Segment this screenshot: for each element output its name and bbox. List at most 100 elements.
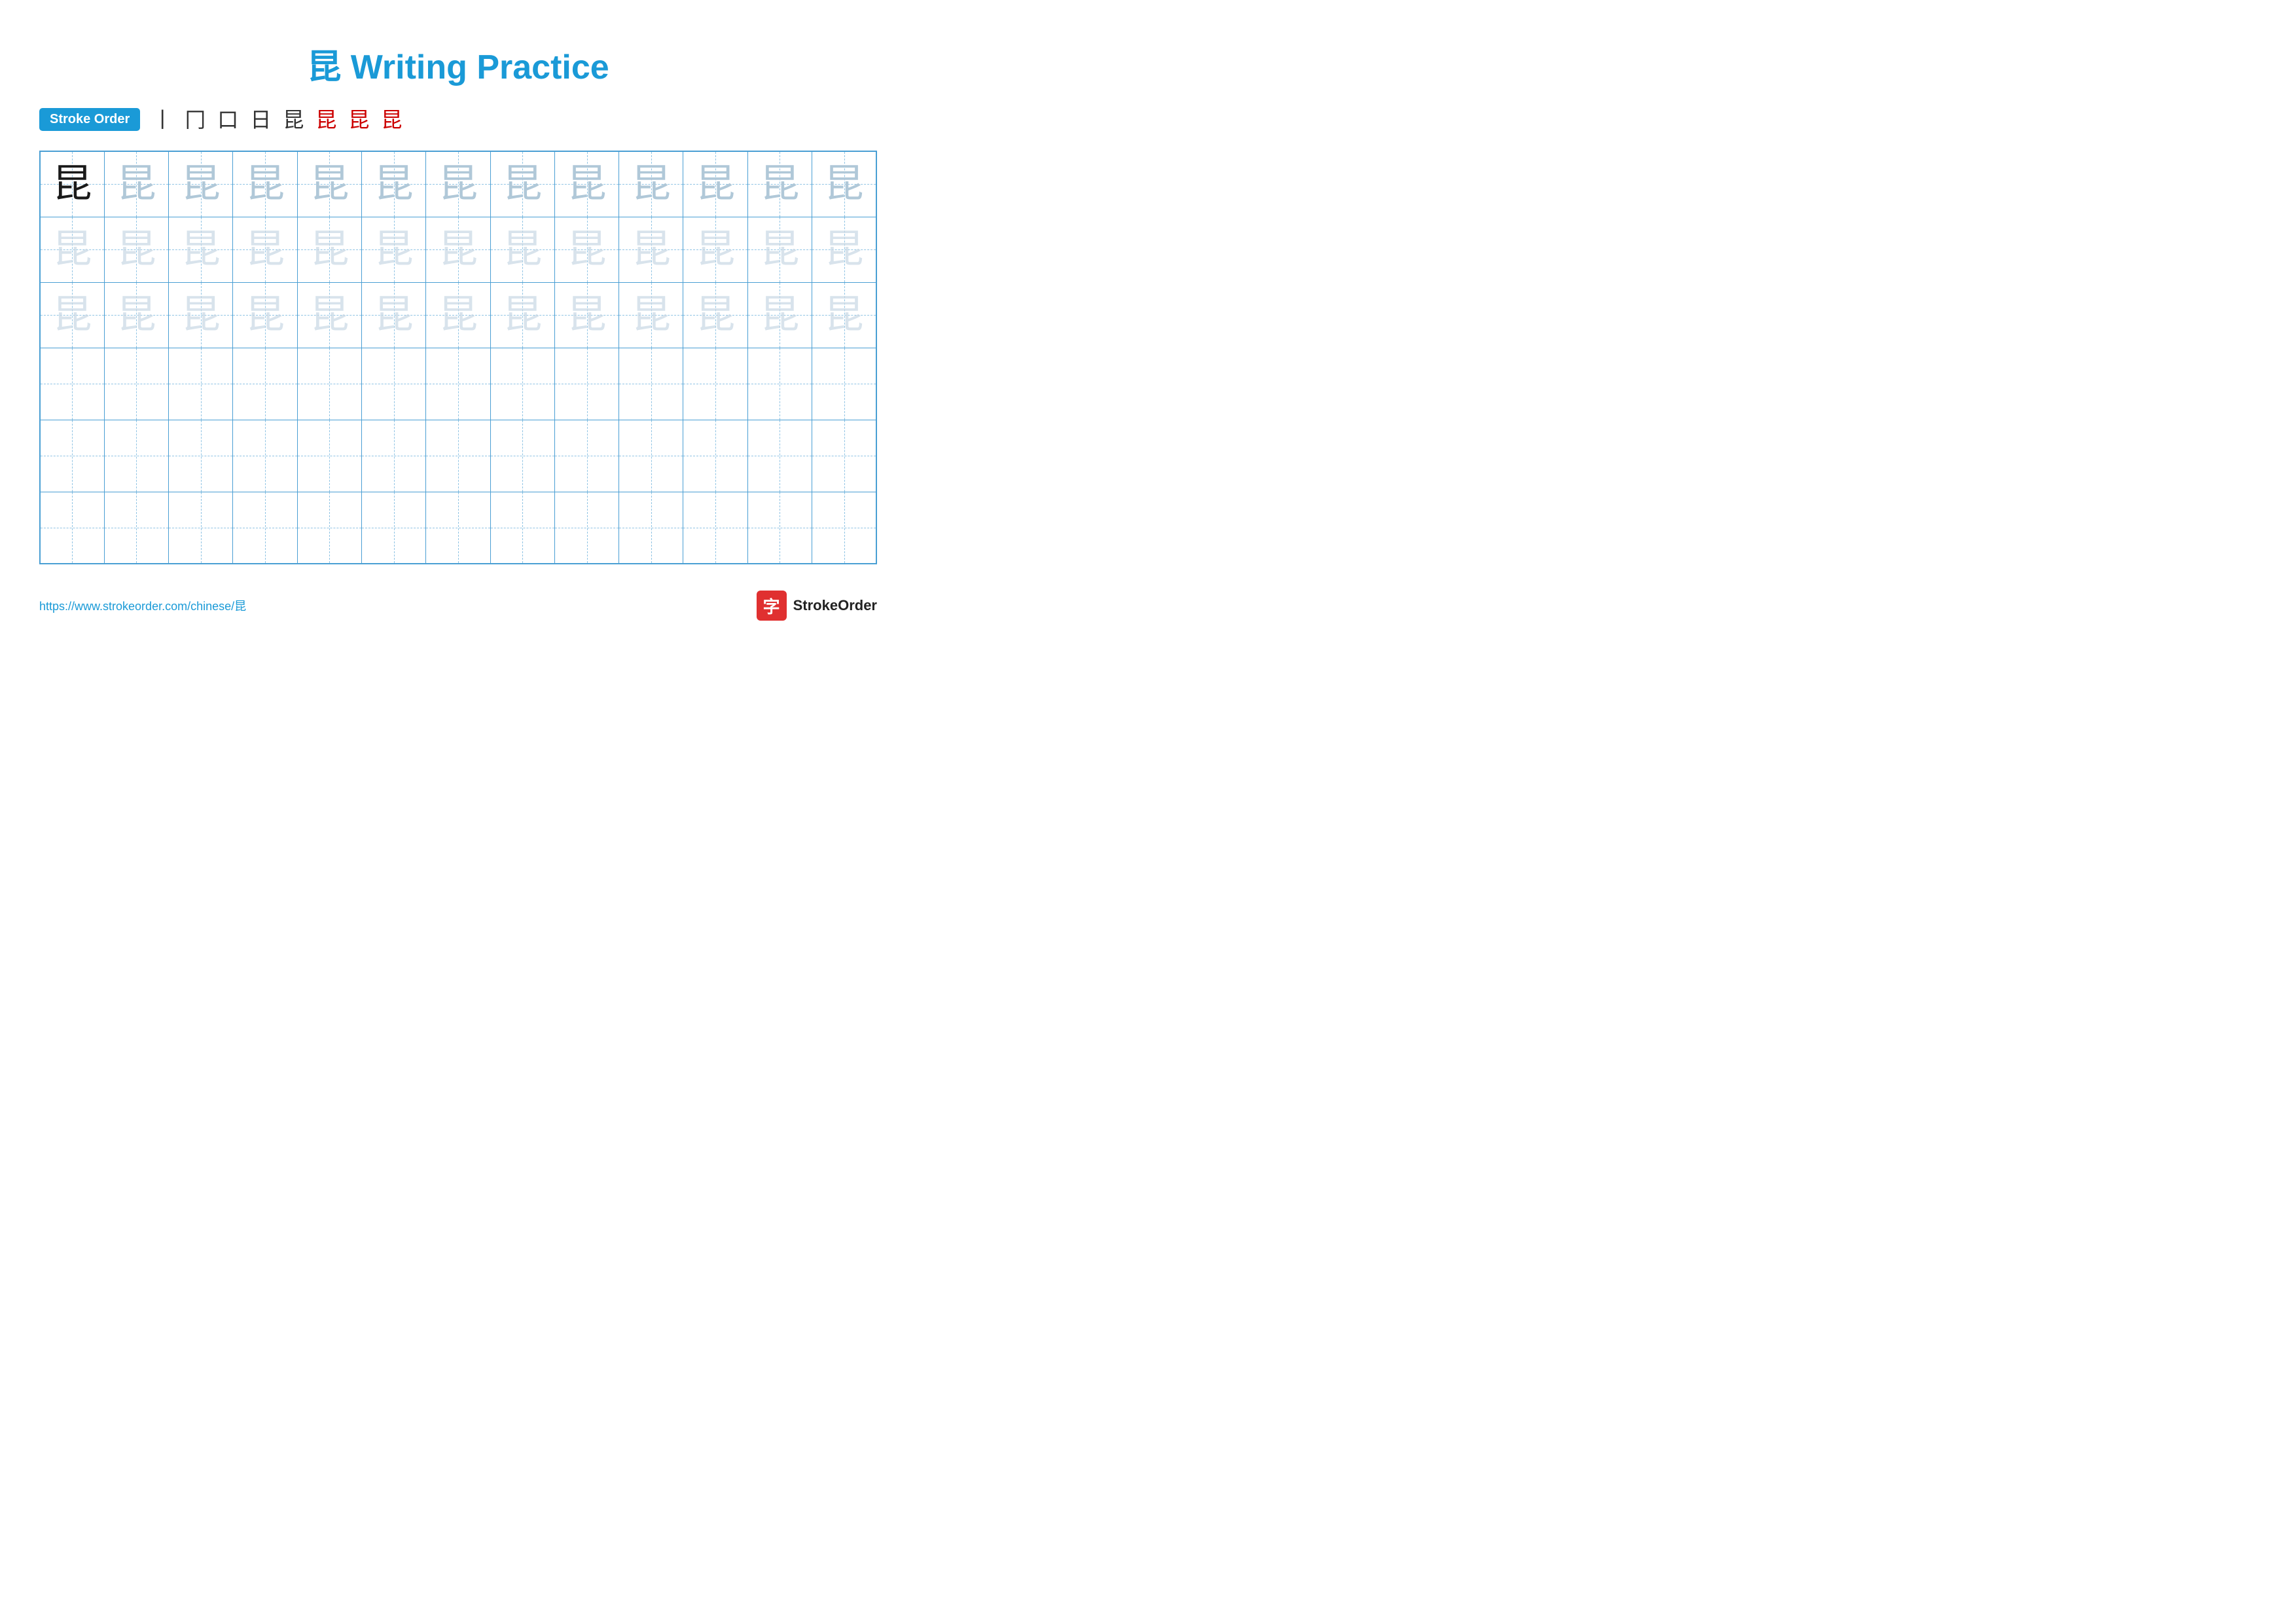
table-cell[interactable]: 昆 (812, 151, 876, 217)
table-cell[interactable] (490, 348, 554, 420)
table-cell[interactable] (233, 348, 297, 420)
table-cell[interactable] (619, 492, 683, 564)
character-display: 昆 (503, 230, 542, 269)
table-cell[interactable]: 昆 (426, 282, 490, 348)
table-cell[interactable]: 昆 (233, 282, 297, 348)
character-display: 昆 (632, 295, 671, 335)
table-cell[interactable]: 昆 (426, 151, 490, 217)
table-cell[interactable] (169, 420, 233, 492)
footer-link[interactable]: https://www.strokeorder.com/chinese/昆 (39, 597, 246, 614)
table-cell[interactable]: 昆 (233, 151, 297, 217)
table-cell[interactable]: 昆 (40, 151, 104, 217)
table-cell[interactable] (362, 420, 426, 492)
table-cell[interactable]: 昆 (554, 282, 619, 348)
table-cell[interactable]: 昆 (104, 151, 168, 217)
table-cell[interactable]: 昆 (362, 282, 426, 348)
table-cell[interactable]: 昆 (747, 282, 812, 348)
table-cell[interactable] (683, 420, 747, 492)
table-cell[interactable]: 昆 (169, 151, 233, 217)
table-cell[interactable] (747, 348, 812, 420)
character-display: 昆 (181, 230, 221, 269)
character-display: 昆 (117, 164, 156, 204)
table-cell[interactable] (104, 420, 168, 492)
character-display: 昆 (374, 230, 414, 269)
table-cell[interactable]: 昆 (619, 282, 683, 348)
table-cell[interactable] (40, 492, 104, 564)
table-cell[interactable] (619, 348, 683, 420)
character-display: 昆 (503, 295, 542, 335)
character-display: 昆 (52, 230, 92, 269)
table-cell[interactable] (426, 492, 490, 564)
table-cell[interactable] (104, 348, 168, 420)
table-cell[interactable]: 昆 (104, 282, 168, 348)
table-cell[interactable] (554, 492, 619, 564)
table-cell[interactable]: 昆 (812, 282, 876, 348)
table-cell[interactable] (812, 348, 876, 420)
table-cell[interactable]: 昆 (619, 151, 683, 217)
table-cell[interactable]: 昆 (554, 151, 619, 217)
table-row: 昆 昆 昆 昆 昆 昆 昆 昆 昆 昆 昆 昆 昆 (40, 217, 876, 282)
table-cell[interactable]: 昆 (169, 217, 233, 282)
table-cell[interactable] (40, 348, 104, 420)
table-cell[interactable] (297, 492, 361, 564)
table-cell[interactable] (747, 492, 812, 564)
table-cell[interactable]: 昆 (554, 217, 619, 282)
table-cell[interactable] (747, 420, 812, 492)
table-cell[interactable] (683, 492, 747, 564)
table-cell[interactable]: 昆 (104, 217, 168, 282)
table-cell[interactable]: 昆 (297, 217, 361, 282)
character-display: 昆 (567, 295, 607, 335)
table-cell[interactable]: 昆 (683, 151, 747, 217)
table-cell[interactable]: 昆 (297, 282, 361, 348)
table-cell[interactable]: 昆 (683, 217, 747, 282)
table-cell[interactable]: 昆 (747, 217, 812, 282)
table-cell[interactable] (554, 348, 619, 420)
table-cell[interactable] (233, 420, 297, 492)
table-cell[interactable] (40, 420, 104, 492)
stroke-step-5: 昆 (283, 109, 304, 130)
table-cell[interactable]: 昆 (812, 217, 876, 282)
table-cell[interactable] (362, 348, 426, 420)
table-cell[interactable] (554, 420, 619, 492)
table-cell[interactable]: 昆 (297, 151, 361, 217)
table-cell[interactable] (812, 492, 876, 564)
table-cell[interactable]: 昆 (490, 282, 554, 348)
character-display: 昆 (439, 295, 478, 335)
table-cell[interactable] (683, 348, 747, 420)
table-cell[interactable] (169, 492, 233, 564)
character-display: 昆 (567, 164, 607, 204)
table-cell[interactable] (619, 420, 683, 492)
stroke-order-row: Stroke Order 丨 冂 口 日 昆 昆 昆 昆 (39, 108, 877, 131)
table-cell[interactable]: 昆 (362, 151, 426, 217)
character-display: 昆 (245, 230, 285, 269)
table-cell[interactable]: 昆 (40, 217, 104, 282)
table-cell[interactable]: 昆 (40, 282, 104, 348)
table-cell[interactable] (490, 492, 554, 564)
table-cell[interactable]: 昆 (747, 151, 812, 217)
table-cell[interactable]: 昆 (490, 151, 554, 217)
table-cell[interactable] (233, 492, 297, 564)
table-cell[interactable] (362, 492, 426, 564)
character-display: 昆 (825, 164, 864, 204)
table-cell[interactable]: 昆 (683, 282, 747, 348)
table-cell[interactable] (297, 348, 361, 420)
character-display: 昆 (245, 295, 285, 335)
character-display: 昆 (374, 295, 414, 335)
table-cell[interactable] (426, 348, 490, 420)
character-display: 昆 (310, 295, 349, 335)
table-cell[interactable] (104, 492, 168, 564)
table-cell[interactable] (297, 420, 361, 492)
table-cell[interactable] (426, 420, 490, 492)
table-cell[interactable] (812, 420, 876, 492)
table-cell[interactable]: 昆 (362, 217, 426, 282)
table-cell[interactable] (169, 348, 233, 420)
table-row: 昆 昆 昆 昆 昆 昆 昆 昆 昆 昆 昆 昆 昆 (40, 282, 876, 348)
table-cell[interactable]: 昆 (490, 217, 554, 282)
table-cell[interactable]: 昆 (619, 217, 683, 282)
table-cell[interactable]: 昆 (233, 217, 297, 282)
character-display: 昆 (245, 164, 285, 204)
table-cell[interactable]: 昆 (426, 217, 490, 282)
table-cell[interactable] (490, 420, 554, 492)
table-cell[interactable]: 昆 (169, 282, 233, 348)
stroke-step-6: 昆 (315, 109, 336, 130)
